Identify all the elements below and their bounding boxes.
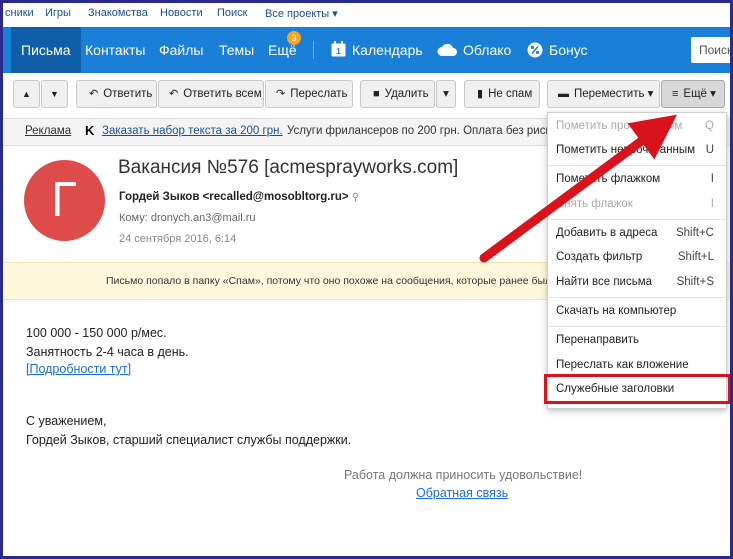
annotation-arrow-icon bbox=[479, 114, 678, 263]
